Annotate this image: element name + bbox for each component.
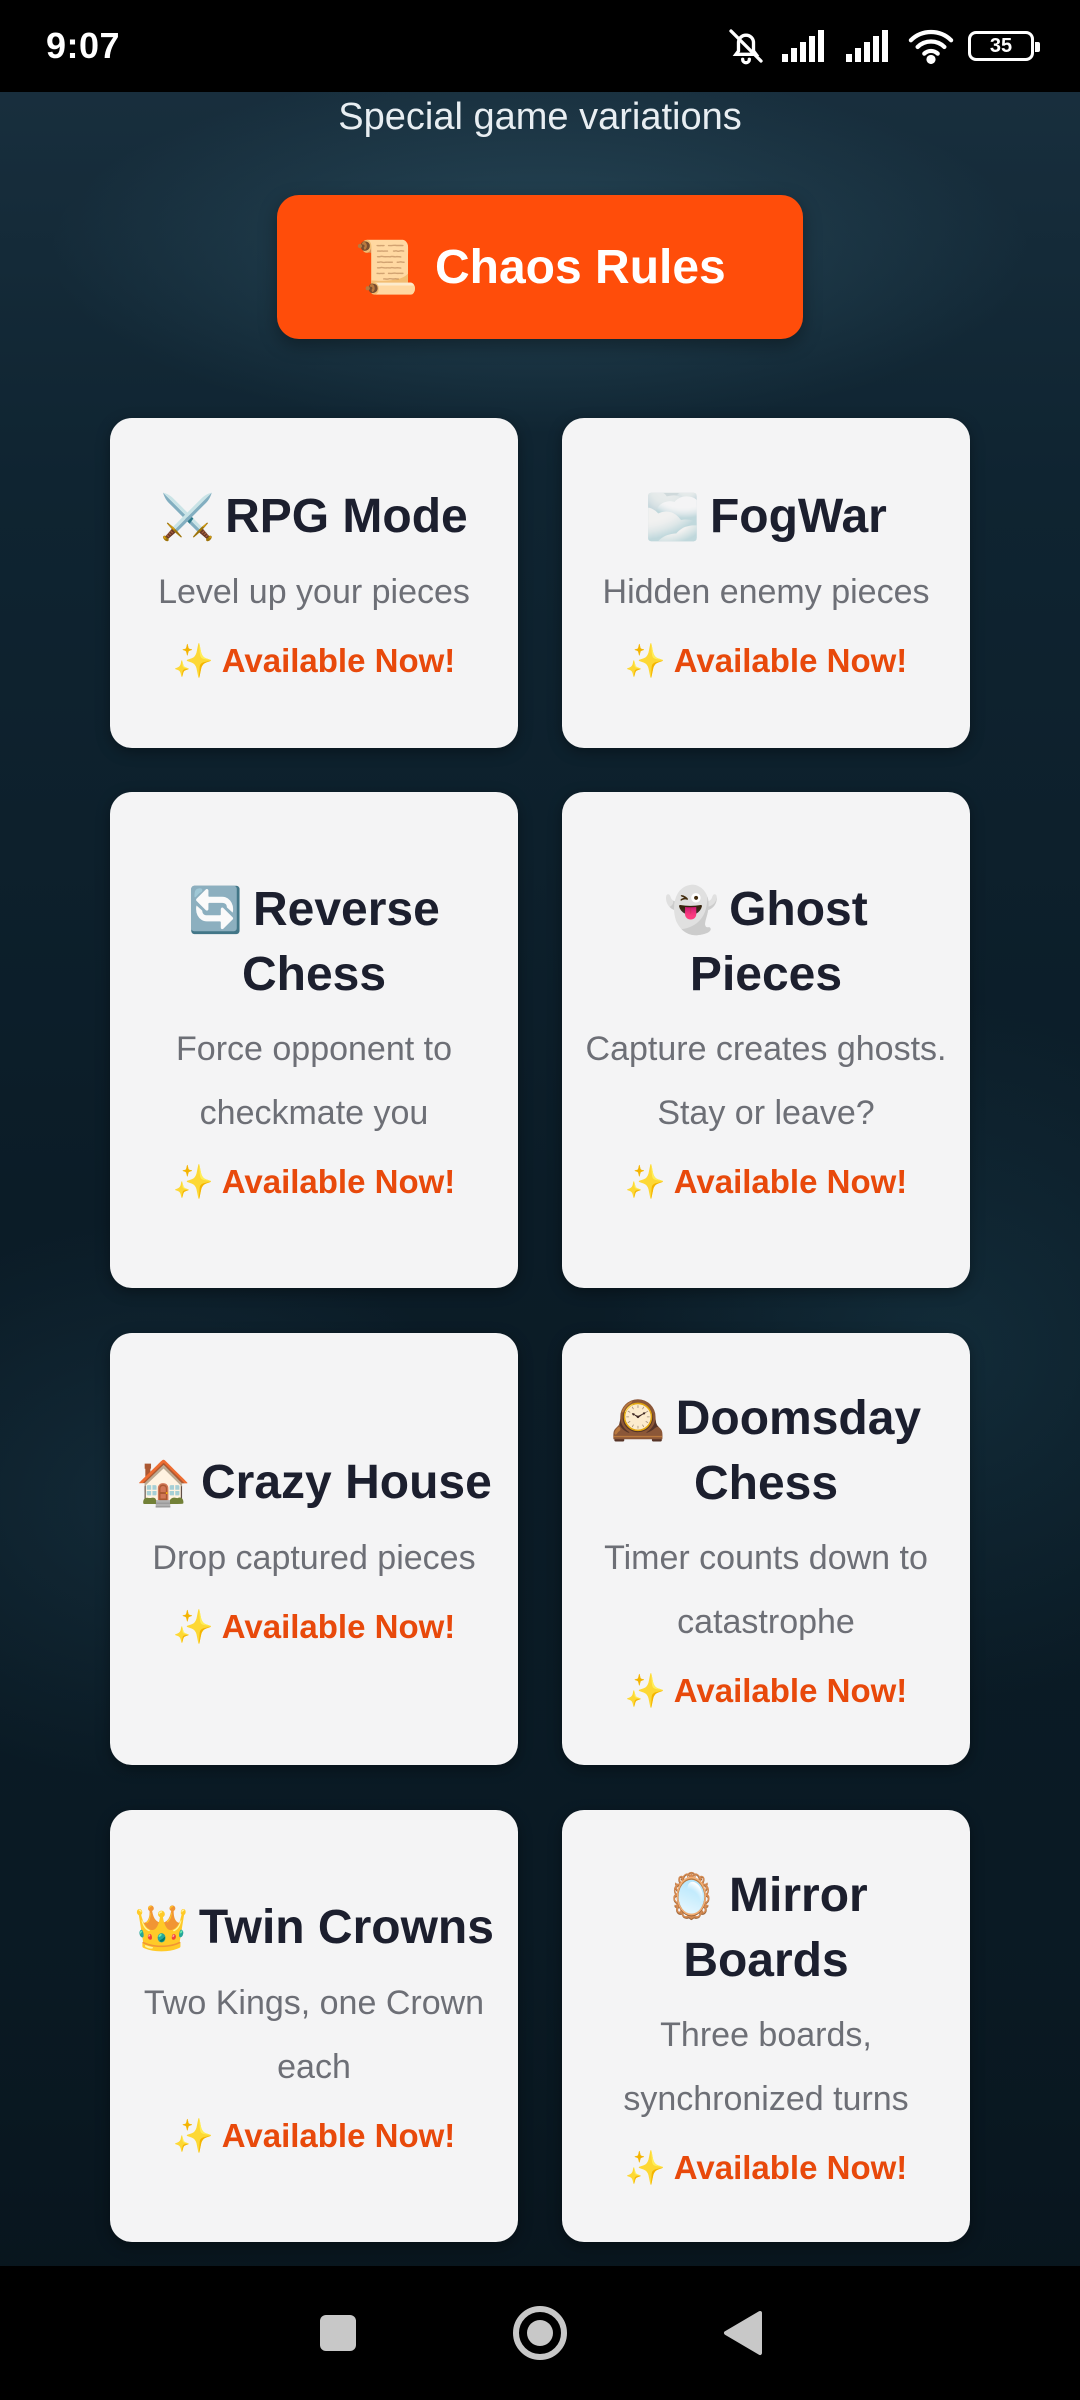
mode-title: 🏠 Crazy House: [136, 1456, 492, 1509]
mode-card-fogwar[interactable]: 🌫️ FogWar Hidden enemy pieces ✨ Available…: [562, 418, 970, 748]
page-subtitle: Special game variations: [338, 96, 742, 138]
mode-title: 👑 Twin Crowns: [134, 1901, 494, 1954]
mode-title: ⚔️ RPG Mode: [160, 490, 468, 543]
mode-description: Hidden enemy pieces: [602, 573, 930, 611]
mode-status: ✨ Available Now!: [172, 1608, 456, 1645]
mode-title: 👻 Ghost Pieces: [664, 883, 868, 1001]
status-bar: 9:07 35: [0, 0, 1080, 92]
mode-status: ✨ Available Now!: [624, 2149, 908, 2186]
battery-level: 35: [989, 34, 1013, 57]
signal-icon: [780, 28, 830, 64]
mode-title: 🔄 Reverse Chess: [188, 883, 440, 1001]
mode-status: ✨ Available Now!: [172, 642, 456, 679]
square-icon: [320, 2315, 356, 2351]
signal-icon: [844, 28, 894, 64]
mode-title: 🪞 Mirror Boards: [664, 1869, 868, 1987]
mode-description: Two Kings, one Crown each: [143, 1984, 485, 2086]
mode-card-doomsday-chess[interactable]: 🕰️ Doomsday Chess Timer counts down to ca…: [562, 1333, 970, 1765]
reverse-icon: 🔄: [188, 886, 243, 935]
crown-icon: 👑: [134, 1904, 189, 1953]
mode-status: ✨ Available Now!: [624, 1163, 908, 1200]
mode-description: Level up your pieces: [158, 573, 470, 611]
swords-icon: ⚔️: [160, 493, 216, 542]
status-icons: 35: [726, 26, 1040, 66]
mode-description: Capture creates ghosts. Stay or leave?: [585, 1030, 947, 1132]
status-time: 9:07: [46, 25, 121, 66]
ghost-icon: 👻: [664, 886, 720, 935]
back-triangle-icon: [724, 2311, 762, 2355]
chaos-rules-label: Chaos Rules: [435, 240, 726, 294]
battery-icon: 35: [968, 31, 1040, 61]
home-button[interactable]: [510, 2303, 570, 2363]
back-button[interactable]: [720, 2309, 764, 2357]
mode-description: Drop captured pieces: [152, 1539, 476, 1577]
screen: 9:07 35 Special game variations 📜 Chaos …: [0, 0, 1080, 2400]
mode-description: Timer counts down to catastrophe: [604, 1539, 928, 1641]
scroll-icon: 📜: [354, 238, 419, 297]
mode-card-twin-crowns[interactable]: 👑 Twin Crowns Two Kings, one Crown each ✨…: [110, 1810, 518, 2242]
mode-description: Force opponent to checkmate you: [176, 1030, 452, 1132]
mode-card-ghost-pieces[interactable]: 👻 Ghost Pieces Capture creates ghosts. St…: [562, 792, 970, 1288]
mirror-icon: 🪞: [664, 1872, 720, 1921]
fog-icon: 🌫️: [645, 493, 700, 542]
mode-status: ✨ Available Now!: [624, 1672, 908, 1709]
mode-status: ✨ Available Now!: [624, 642, 908, 679]
system-nav-bar: [0, 2266, 1080, 2400]
mode-description: Three boards, synchronized turns: [623, 2016, 909, 2118]
mode-title: 🌫️ FogWar: [645, 490, 887, 543]
mode-card-crazy-house[interactable]: 🏠 Crazy House Drop captured pieces ✨ Avai…: [110, 1333, 518, 1765]
mode-status: ✨ Available Now!: [172, 1163, 456, 1200]
recents-button[interactable]: [316, 2311, 360, 2355]
mode-card-mirror-boards[interactable]: 🪞 Mirror Boards Three boards, synchronize…: [562, 1810, 970, 2242]
mode-card-rpg[interactable]: ⚔️ RPG Mode Level up your pieces ✨ Availa…: [110, 418, 518, 748]
clock-icon: 🕰️: [610, 1395, 666, 1444]
circle-icon: [513, 2306, 567, 2360]
mode-status: ✨ Available Now!: [172, 2117, 456, 2154]
house-icon: 🏠: [136, 1459, 192, 1508]
bell-off-icon: [726, 26, 766, 66]
chaos-rules-button[interactable]: 📜 Chaos Rules: [277, 195, 803, 339]
mode-card-reverse-chess[interactable]: 🔄 Reverse Chess Force opponent to checkma…: [110, 792, 518, 1288]
wifi-icon: [908, 28, 954, 64]
mode-title: 🕰️ Doomsday Chess: [610, 1392, 922, 1510]
